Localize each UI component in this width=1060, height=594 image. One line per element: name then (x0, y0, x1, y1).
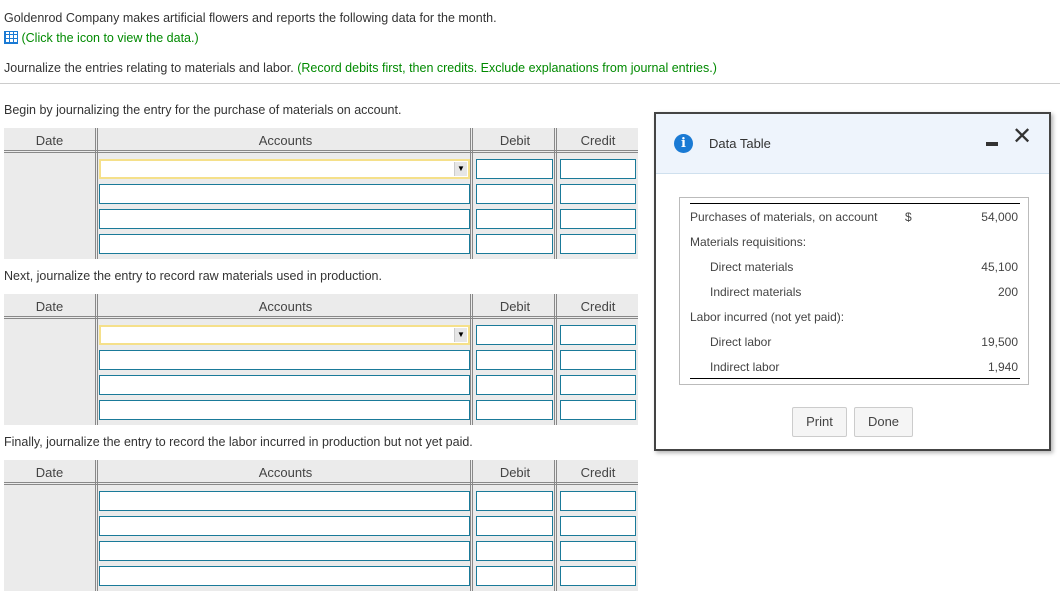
close-icon[interactable]: ✕ (1012, 122, 1032, 150)
credit-input[interactable] (560, 400, 636, 420)
view-data-label[interactable]: (Click the icon to view the data.) (21, 31, 198, 45)
col-credit: Credit (580, 465, 616, 480)
dropdown-arrow-icon[interactable]: ▼ (454, 328, 467, 342)
account-select[interactable]: ▼ (99, 325, 470, 345)
row-label: Labor incurred (not yet paid): (690, 310, 845, 324)
col-debit: Debit (499, 133, 531, 148)
done-button[interactable]: Done (854, 407, 913, 437)
section-prompt: Finally, journalize the entry to record … (4, 435, 473, 449)
credit-input[interactable] (560, 234, 636, 254)
currency-symbol: $ (905, 210, 912, 224)
account-select[interactable] (99, 375, 470, 395)
col-accounts: Accounts (258, 299, 313, 314)
credit-input[interactable] (560, 541, 636, 561)
account-select[interactable] (99, 566, 470, 586)
print-button[interactable]: Print (792, 407, 847, 437)
row-label: Direct labor (710, 335, 772, 349)
table-header: Date Accounts Debit Credit (4, 128, 638, 153)
table-header: Date Accounts Debit Credit (4, 294, 638, 319)
account-select[interactable]: ▼ (99, 159, 470, 179)
divider (0, 83, 1060, 84)
col-date: Date (35, 465, 64, 480)
credit-input[interactable] (560, 491, 636, 511)
view-data-link[interactable]: (Click the icon to view the data.) (4, 31, 199, 45)
row-value: 54,000 (981, 210, 1018, 224)
account-select[interactable] (99, 234, 470, 254)
col-accounts: Accounts (258, 133, 313, 148)
credit-input[interactable] (560, 209, 636, 229)
data-row: Direct labor 19,500 (690, 335, 1018, 360)
instruction: Journalize the entries relating to mater… (4, 61, 717, 75)
modal-title: Data Table (709, 136, 771, 151)
instruction-text: Journalize the entries relating to mater… (4, 61, 294, 75)
debit-input[interactable] (476, 491, 553, 511)
row-value: 19,500 (981, 335, 1018, 349)
credit-input[interactable] (560, 375, 636, 395)
col-credit: Credit (580, 133, 616, 148)
debit-input[interactable] (476, 375, 553, 395)
credit-input[interactable] (560, 350, 636, 370)
account-select[interactable] (99, 184, 470, 204)
row-value: 200 (997, 285, 1018, 299)
modal-header: i Data Table ✕ (656, 114, 1049, 174)
account-select[interactable] (99, 541, 470, 561)
col-date: Date (35, 299, 64, 314)
credit-input[interactable] (560, 566, 636, 586)
row-label: Indirect labor (710, 360, 780, 374)
debit-input[interactable] (476, 350, 553, 370)
account-select[interactable] (99, 400, 470, 420)
debit-input[interactable] (476, 184, 553, 204)
journal-table: Date Accounts Debit Credit ▼ (4, 294, 638, 425)
data-row: Purchases of materials, on account $ 54,… (690, 210, 1018, 235)
credit-input[interactable] (560, 184, 636, 204)
row-label: Materials requisitions: (690, 235, 807, 249)
data-table-modal: i Data Table ✕ Purchases of materials, o… (654, 112, 1051, 451)
row-label: Direct materials (710, 260, 794, 274)
data-row: Materials requisitions: (690, 235, 1018, 260)
journal-table: Date Accounts Debit Credit (4, 460, 638, 591)
section-prompt: Next, journalize the entry to record raw… (4, 269, 382, 283)
section-prompt: Begin by journalizing the entry for the … (4, 103, 402, 117)
instruction-note: (Record debits first, then credits. Excl… (297, 61, 717, 75)
col-debit: Debit (499, 465, 531, 480)
dropdown-arrow-icon[interactable]: ▼ (454, 162, 467, 176)
debit-input[interactable] (476, 566, 553, 586)
debit-input[interactable] (476, 516, 553, 536)
intro-text: Goldenrod Company makes artificial flowe… (4, 11, 497, 25)
table-icon[interactable] (4, 31, 18, 44)
row-label: Purchases of materials, on account (690, 210, 878, 224)
data-row: Indirect materials 200 (690, 285, 1018, 310)
row-value: 1,940 (987, 360, 1018, 374)
data-row: Direct materials 45,100 (690, 260, 1018, 285)
account-select[interactable] (99, 491, 470, 511)
col-debit: Debit (499, 299, 531, 314)
credit-input[interactable] (560, 516, 636, 536)
credit-input[interactable] (560, 159, 636, 179)
account-select[interactable] (99, 516, 470, 536)
minimize-icon[interactable] (986, 142, 998, 146)
account-select[interactable] (99, 350, 470, 370)
debit-input[interactable] (476, 209, 553, 229)
row-value: 45,100 (981, 260, 1018, 274)
debit-input[interactable] (476, 400, 553, 420)
debit-input[interactable] (476, 234, 553, 254)
data-table: Purchases of materials, on account $ 54,… (679, 197, 1029, 385)
debit-input[interactable] (476, 541, 553, 561)
debit-input[interactable] (476, 325, 553, 345)
journal-table: Date Accounts Debit Credit ▼ (4, 128, 638, 259)
table-header: Date Accounts Debit Credit (4, 460, 638, 485)
col-date: Date (35, 133, 64, 148)
account-select[interactable] (99, 209, 470, 229)
col-credit: Credit (580, 299, 616, 314)
debit-input[interactable] (476, 159, 553, 179)
row-label: Indirect materials (710, 285, 802, 299)
data-row: Indirect labor 1,940 (690, 360, 1018, 385)
info-icon: i (674, 134, 693, 153)
data-row: Labor incurred (not yet paid): (690, 310, 1018, 335)
col-accounts: Accounts (258, 465, 313, 480)
credit-input[interactable] (560, 325, 636, 345)
